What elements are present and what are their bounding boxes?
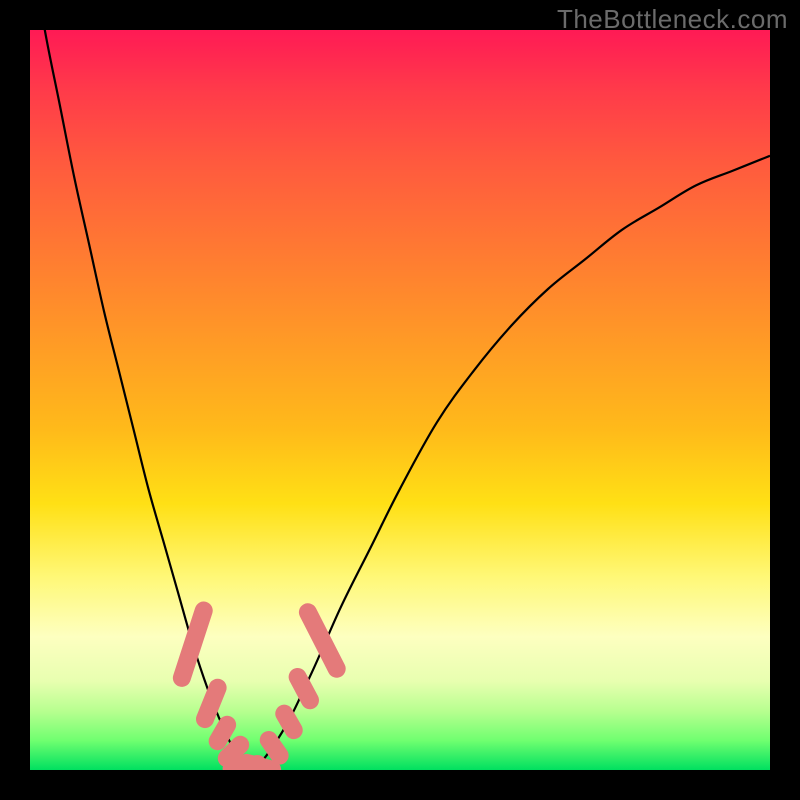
marker-dot (285, 665, 322, 713)
marker-dot (296, 600, 349, 681)
plot-area (30, 30, 770, 770)
marker-dot (171, 599, 216, 689)
chart-frame: TheBottleneck.com (0, 0, 800, 800)
curve-svg (30, 30, 770, 770)
curve-markers (171, 599, 349, 770)
bottleneck-curve (30, 30, 770, 770)
